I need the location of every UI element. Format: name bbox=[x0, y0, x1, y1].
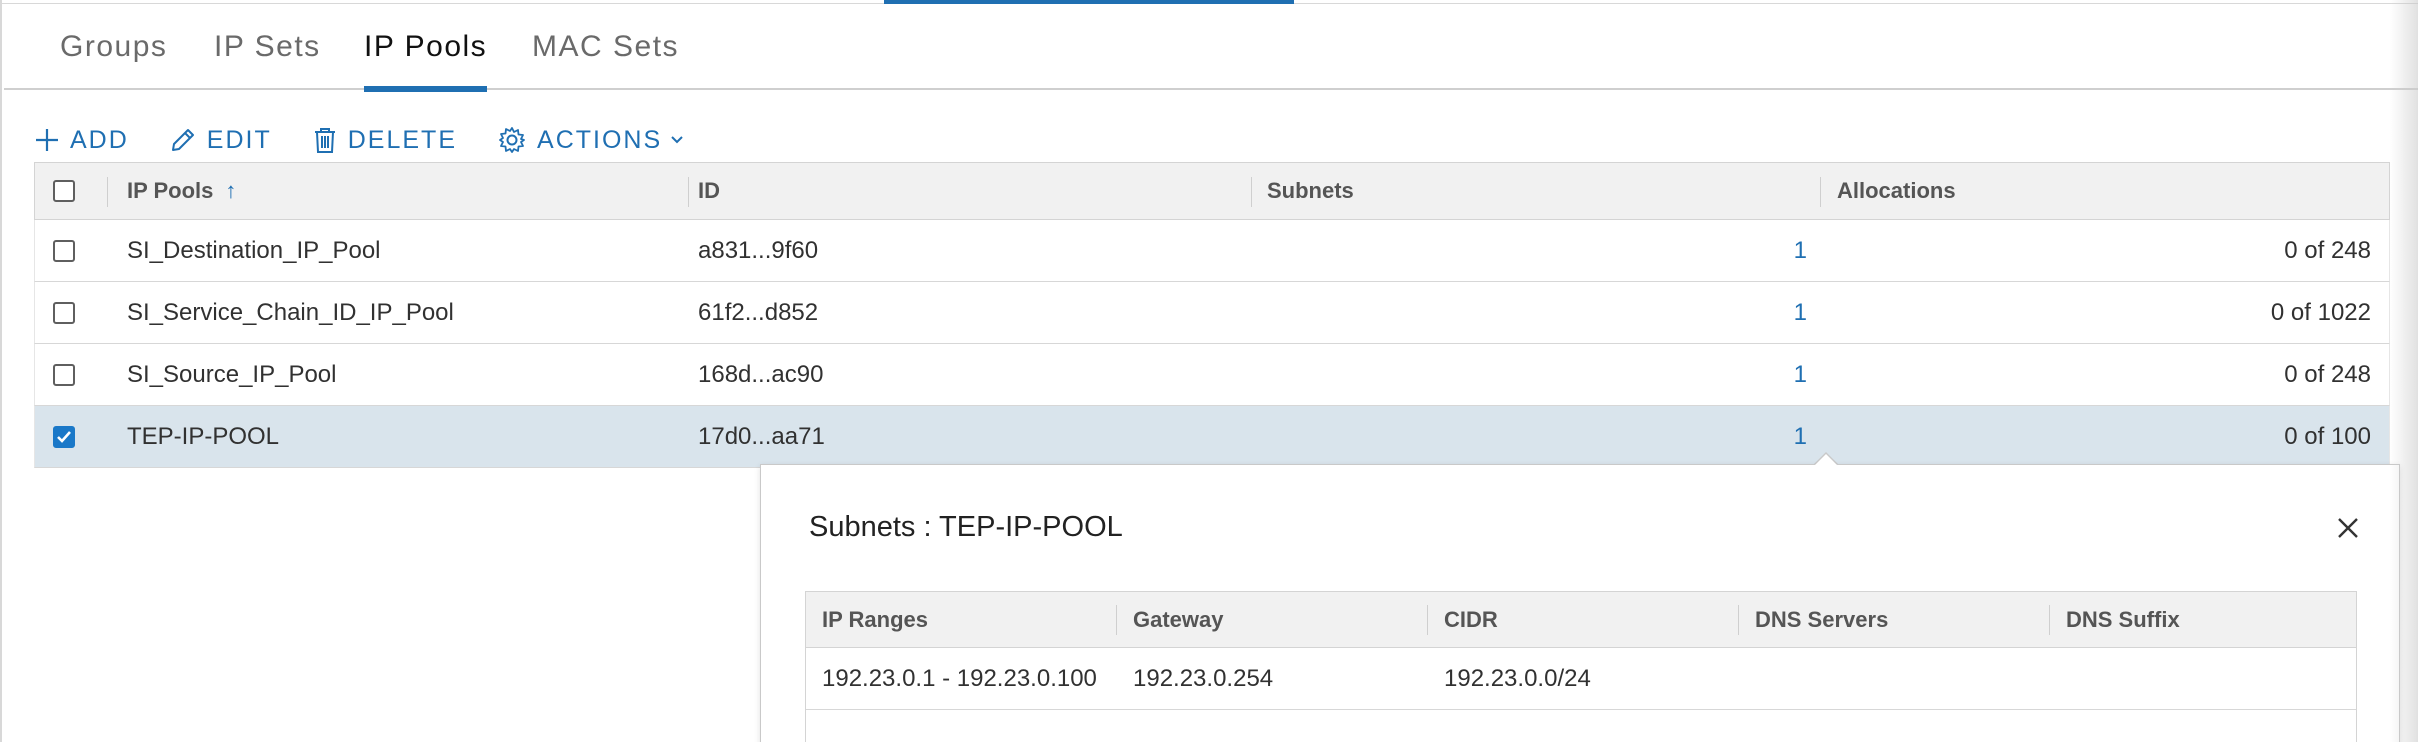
pencil-icon bbox=[171, 129, 194, 151]
select-all-cell bbox=[53, 163, 75, 219]
table-row[interactable]: SI_Service_Chain_ID_IP_Pool 61f2...d852 … bbox=[34, 282, 2390, 344]
column-header-dns-suffix[interactable]: DNS Suffix bbox=[2066, 592, 2180, 647]
column-separator bbox=[1738, 605, 1739, 635]
subnets-count-link[interactable]: 1 bbox=[1267, 282, 1807, 343]
column-header-cidr[interactable]: CIDR bbox=[1444, 592, 1498, 647]
gear-icon bbox=[499, 127, 525, 153]
subnet-empty-area bbox=[806, 710, 2356, 742]
cidr-value: 192.23.0.0/24 bbox=[1444, 664, 1591, 692]
pool-name: SI_Destination_IP_Pool bbox=[127, 236, 381, 264]
popover-arrow-inner bbox=[1814, 454, 1838, 466]
subnets-table-header: IP Ranges Gateway CIDR DNS Servers DNS S… bbox=[806, 592, 2356, 648]
pool-name: SI_Source_IP_Pool bbox=[127, 360, 337, 388]
select-all-checkbox[interactable] bbox=[53, 180, 75, 202]
add-button[interactable]: ADD bbox=[34, 126, 129, 155]
subnets-popover: Subnets : TEP-IP-POOL IP Ranges Gateway … bbox=[760, 464, 2400, 742]
checkmark-icon bbox=[57, 430, 71, 443]
pool-id: 17d0...aa71 bbox=[698, 422, 825, 450]
close-icon[interactable] bbox=[2337, 517, 2359, 544]
row-checkbox-cell bbox=[53, 220, 75, 281]
tab-mac-sets[interactable]: MAC Sets bbox=[532, 30, 679, 90]
ip-range-value: 192.23.0.1 - 192.23.0.100 bbox=[822, 664, 1097, 692]
tab-bar: Groups IP Sets IP Pools MAC Sets bbox=[4, 0, 2418, 92]
toolbar: ADD EDIT DELETE ACTIONS bbox=[34, 120, 724, 160]
subnet-row: 192.23.0.1 - 192.23.0.100 192.23.0.254 1… bbox=[806, 648, 2356, 710]
actions-menu-button[interactable]: ACTIONS bbox=[497, 125, 684, 155]
column-header-dns-servers[interactable]: DNS Servers bbox=[1755, 592, 1888, 647]
right-edge-shadow bbox=[2390, 0, 2418, 742]
row-checkbox-cell bbox=[53, 282, 75, 343]
actions-label: ACTIONS bbox=[537, 125, 663, 154]
table-row[interactable]: SI_Destination_IP_Pool a831...9f60 1 0 o… bbox=[34, 220, 2390, 282]
table-row[interactable]: SI_Source_IP_Pool 168d...ac90 1 0 of 248 bbox=[34, 344, 2390, 406]
tab-ip-sets[interactable]: IP Sets bbox=[214, 30, 321, 90]
table-row-selected[interactable]: TEP-IP-POOL 17d0...aa71 1 0 of 100 bbox=[34, 406, 2390, 468]
chevron-down-icon bbox=[671, 136, 683, 144]
column-separator bbox=[688, 177, 689, 207]
column-header-id[interactable]: ID bbox=[698, 163, 720, 219]
tab-groups[interactable]: Groups bbox=[60, 30, 167, 90]
trash-icon bbox=[314, 128, 335, 153]
column-separator bbox=[1427, 605, 1428, 635]
allocations-value: 0 of 1022 bbox=[2270, 298, 2371, 326]
delete-button[interactable]: DELETE bbox=[312, 126, 457, 155]
tab-ip-pools[interactable]: IP Pools bbox=[364, 30, 488, 92]
row-checkbox-cell bbox=[53, 406, 75, 467]
pool-name: SI_Service_Chain_ID_IP_Pool bbox=[127, 298, 454, 326]
sort-ascending-icon: ↑ bbox=[225, 178, 237, 203]
allocations-value: 0 of 100 bbox=[2284, 422, 2371, 450]
column-separator bbox=[1251, 177, 1252, 207]
pool-name: TEP-IP-POOL bbox=[127, 422, 280, 450]
column-header-ip-pools-label: IP Pools bbox=[127, 178, 214, 203]
plus-icon bbox=[36, 129, 58, 151]
subnets-count-link[interactable]: 1 bbox=[1267, 406, 1807, 467]
row-checkbox[interactable] bbox=[53, 239, 75, 262]
column-separator bbox=[107, 177, 108, 207]
column-header-ip-pools[interactable]: IP Pools ↑ bbox=[127, 163, 236, 219]
column-header-subnets[interactable]: Subnets bbox=[1267, 163, 1354, 219]
edit-button[interactable]: EDIT bbox=[169, 126, 272, 155]
allocations-value: 0 of 248 bbox=[2284, 236, 2371, 264]
ip-pools-table: IP Pools ↑ ID Subnets Allocations SI_Des… bbox=[34, 162, 2390, 468]
column-separator bbox=[1116, 605, 1117, 635]
column-header-allocations[interactable]: Allocations bbox=[1837, 163, 1956, 219]
popover-title: Subnets : TEP-IP-POOL bbox=[809, 511, 1123, 543]
pool-id: a831...9f60 bbox=[698, 236, 819, 264]
subnets-count-link[interactable]: 1 bbox=[1267, 344, 1807, 405]
page-frame: Groups IP Sets IP Pools MAC Sets ADD EDI… bbox=[0, 0, 2418, 742]
column-separator bbox=[2049, 605, 2050, 635]
add-label: ADD bbox=[70, 125, 129, 154]
row-checkbox-checked[interactable] bbox=[53, 425, 75, 448]
subnets-count-link[interactable]: 1 bbox=[1267, 220, 1807, 281]
column-header-gateway[interactable]: Gateway bbox=[1133, 592, 1224, 647]
pool-id: 168d...ac90 bbox=[698, 360, 824, 388]
edit-label: EDIT bbox=[206, 125, 272, 154]
gateway-value: 192.23.0.254 bbox=[1133, 664, 1274, 692]
allocations-value: 0 of 248 bbox=[2284, 360, 2371, 388]
column-separator bbox=[1820, 177, 1821, 207]
column-header-ip-ranges[interactable]: IP Ranges bbox=[822, 592, 928, 647]
pool-id: 61f2...d852 bbox=[698, 298, 819, 326]
table-header: IP Pools ↑ ID Subnets Allocations bbox=[34, 162, 2390, 220]
row-checkbox[interactable] bbox=[53, 301, 75, 324]
subnets-table: IP Ranges Gateway CIDR DNS Servers DNS S… bbox=[805, 591, 2357, 742]
delete-label: DELETE bbox=[347, 125, 458, 154]
row-checkbox-cell bbox=[53, 344, 75, 405]
row-checkbox[interactable] bbox=[53, 363, 75, 386]
